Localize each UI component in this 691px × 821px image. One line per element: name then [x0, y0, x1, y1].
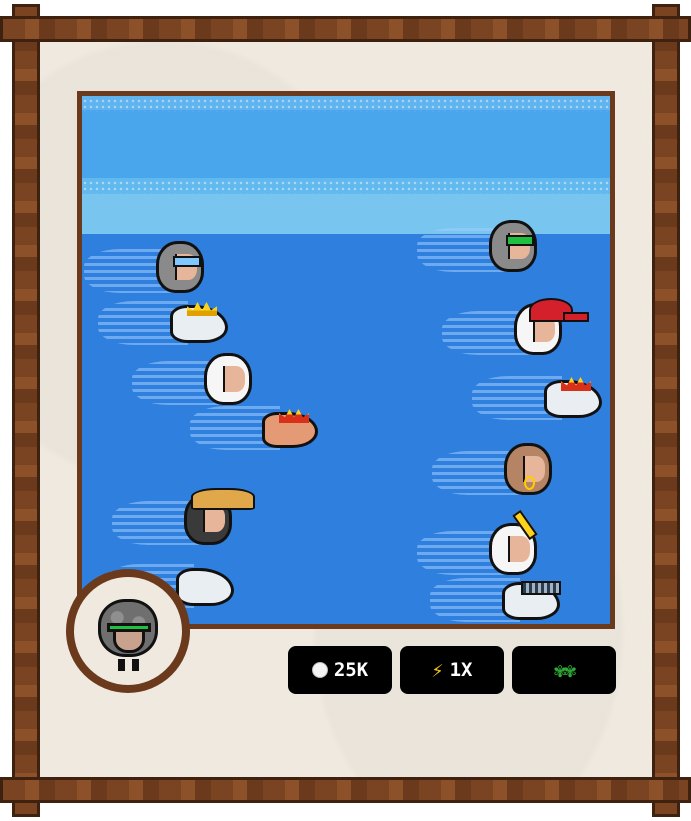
green-shades-icon: [506, 235, 534, 246]
sheep-leg: [132, 659, 139, 671]
frame-bottom-beam: [0, 777, 691, 803]
game-scene[interactable]: [77, 91, 615, 629]
cowboy-hat-icon: [191, 488, 255, 510]
earring-icon: [524, 476, 535, 490]
swimmer-white-sheep-red-cap[interactable]: [442, 298, 589, 361]
coin-icon: [311, 662, 328, 678]
herb-icon: ✾✾: [553, 658, 576, 682]
swimmer-gray-sheep-green-shades[interactable]: [417, 218, 547, 278]
sheep-leg: [118, 659, 125, 671]
crown-icon: [279, 409, 309, 423]
wolf-head: [502, 581, 561, 620]
sheep-head: [504, 443, 552, 495]
wolf-head: [544, 377, 602, 418]
dog-head: [262, 409, 318, 448]
sky: [82, 96, 610, 234]
player-avatar[interactable]: [66, 569, 190, 693]
swimmer-wolf-red-crown[interactable]: [472, 366, 602, 426]
sheep-head: [514, 298, 589, 355]
crown-icon: [561, 377, 591, 391]
swimmer-gray-sheep-blue-shades[interactable]: [84, 239, 214, 299]
sheep-face: [223, 366, 245, 392]
coins-value: 25K: [333, 659, 369, 681]
lightning-bolt-icon: ⚡: [431, 658, 444, 682]
sky-pattern: [82, 98, 610, 112]
coins-counter-button[interactable]: 25K: [288, 646, 392, 694]
crown-icon: [187, 302, 217, 316]
green-shades-icon: [107, 623, 151, 632]
frame-right-post: [652, 4, 680, 817]
sheep-head: [184, 488, 255, 545]
sheep-head: [156, 241, 204, 293]
frame-left-post: [12, 4, 40, 817]
herbs-button[interactable]: ✾✾: [512, 646, 616, 694]
red-cap-icon: [529, 298, 589, 322]
blue-shades-icon: [173, 256, 201, 267]
sheep-head: [489, 220, 537, 272]
sheep-face: [508, 536, 530, 562]
wolf-head: [176, 568, 234, 606]
swimmer-brown-sheep-earring[interactable]: [432, 441, 562, 501]
sky-pattern: [82, 180, 610, 194]
flattop-hair-icon: [521, 581, 561, 595]
swimmer-black-sheep-cowboy-hat[interactable]: [112, 488, 255, 551]
swimmer-wolf-flattop[interactable]: [430, 568, 561, 624]
wolf-head: [170, 302, 228, 343]
swimmer-dog-red-crown[interactable]: [190, 396, 320, 456]
multiplier-button[interactable]: ⚡ 1X: [400, 646, 504, 694]
swimmer-wolf-gold-crown[interactable]: [98, 291, 228, 351]
frame-top-beam: [0, 16, 691, 42]
avatar-portrait: [74, 577, 182, 685]
multiplier-value: 1X: [449, 659, 473, 681]
